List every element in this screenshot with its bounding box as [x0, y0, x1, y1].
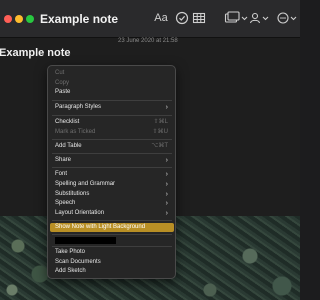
menu-separator	[52, 234, 172, 235]
chevron-right-icon: ›	[165, 181, 168, 188]
menu-item-checklist[interactable]: Checklist ⇧⌘L	[50, 118, 174, 127]
shortcut-label: ⇧⌘L	[153, 119, 168, 125]
menu-item-copy[interactable]: Copy	[50, 79, 174, 88]
menu-item-label: Copy	[55, 80, 70, 86]
menu-item-label: Speech	[55, 200, 76, 206]
collaborate-icon[interactable]	[248, 10, 270, 26]
toolbar: Example note Aa	[0, 0, 300, 38]
menu-item-add-table[interactable]: Add Table ⌥⌘T	[50, 142, 174, 151]
menu-item-label: Layout Orientation	[55, 210, 105, 216]
checklist-icon[interactable]	[173, 10, 191, 26]
zoom-window-button[interactable]	[26, 15, 34, 23]
close-window-button[interactable]	[4, 15, 12, 23]
menu-item-take-photo[interactable]: Take Photo	[50, 248, 174, 257]
menu-item-speech[interactable]: Speech ›	[50, 199, 174, 208]
menu-item-font[interactable]: Font ›	[50, 170, 174, 179]
menu-item-label: Paste	[55, 89, 71, 95]
menu-item-label: Show Note with Light Background	[55, 224, 146, 230]
menu-item-add-sketch[interactable]: Add Sketch	[50, 267, 174, 276]
menu-item-cut[interactable]: Cut	[50, 69, 174, 78]
redacted-menu-item	[55, 237, 116, 244]
menu-item-label: Checklist	[55, 119, 80, 125]
menu-item-label: Mark as Ticked	[55, 129, 96, 135]
context-menu: Cut Copy Paste Paragraph Styles › Checkli…	[47, 65, 176, 279]
menu-item-label: Add Sketch	[55, 268, 86, 274]
menu-item-share[interactable]: Share ›	[50, 156, 174, 165]
menu-item-label: Spelling and Grammar	[55, 181, 116, 187]
menu-separator	[52, 220, 172, 221]
menu-item-label: Scan Documents	[55, 259, 101, 265]
menu-item-label: Paragraph Styles	[55, 104, 102, 110]
menu-separator	[52, 100, 172, 101]
menu-item-mark-as-ticked[interactable]: Mark as Ticked ⇧⌘U	[50, 128, 174, 137]
menu-item-show-note-light-background[interactable]: Show Note with Light Background	[50, 223, 174, 232]
note-title[interactable]: Example note	[0, 47, 71, 59]
window-title: Example note	[40, 12, 119, 26]
table-icon[interactable]	[190, 10, 208, 26]
menu-item-label: Take Photo	[55, 249, 86, 255]
more-icon[interactable]	[276, 10, 298, 26]
menu-item-label: Add Table	[55, 143, 82, 149]
menu-item-spelling-and-grammar[interactable]: Spelling and Grammar ›	[50, 180, 174, 189]
format-text-icon[interactable]: Aa	[152, 10, 170, 26]
note-date: 23 June 2020 at 21:58	[118, 38, 178, 44]
chevron-right-icon: ›	[165, 210, 168, 217]
menu-item-layout-orientation[interactable]: Layout Orientation ›	[50, 209, 174, 218]
menu-item-label: Substitutions	[55, 191, 90, 197]
chevron-right-icon: ›	[165, 104, 168, 111]
notes-window: Example note Aa 23 June 2020 at 21:58 Ex…	[0, 0, 300, 300]
menu-separator	[52, 139, 172, 140]
shortcut-label: ⇧⌘U	[152, 129, 168, 135]
menu-separator	[52, 115, 172, 116]
menu-separator	[52, 153, 172, 154]
chevron-right-icon: ›	[165, 191, 168, 198]
menu-item-scan-documents[interactable]: Scan Documents	[50, 258, 174, 267]
menu-item-paragraph-styles[interactable]: Paragraph Styles ›	[50, 103, 174, 112]
menu-item-paste[interactable]: Paste	[50, 88, 174, 97]
menu-separator	[52, 167, 172, 168]
minimize-window-button[interactable]	[15, 15, 23, 23]
menu-item-label: Share	[55, 157, 72, 163]
menu-separator	[52, 246, 172, 247]
chevron-right-icon: ›	[165, 171, 168, 178]
menu-item-label: Cut	[55, 70, 65, 76]
menu-item-label: Font	[55, 171, 68, 177]
chevron-right-icon: ›	[165, 157, 168, 164]
menu-item-substitutions[interactable]: Substitutions ›	[50, 190, 174, 199]
chevron-right-icon: ›	[165, 200, 168, 207]
attachments-icon[interactable]	[223, 10, 249, 26]
shortcut-label: ⌥⌘T	[151, 143, 168, 149]
